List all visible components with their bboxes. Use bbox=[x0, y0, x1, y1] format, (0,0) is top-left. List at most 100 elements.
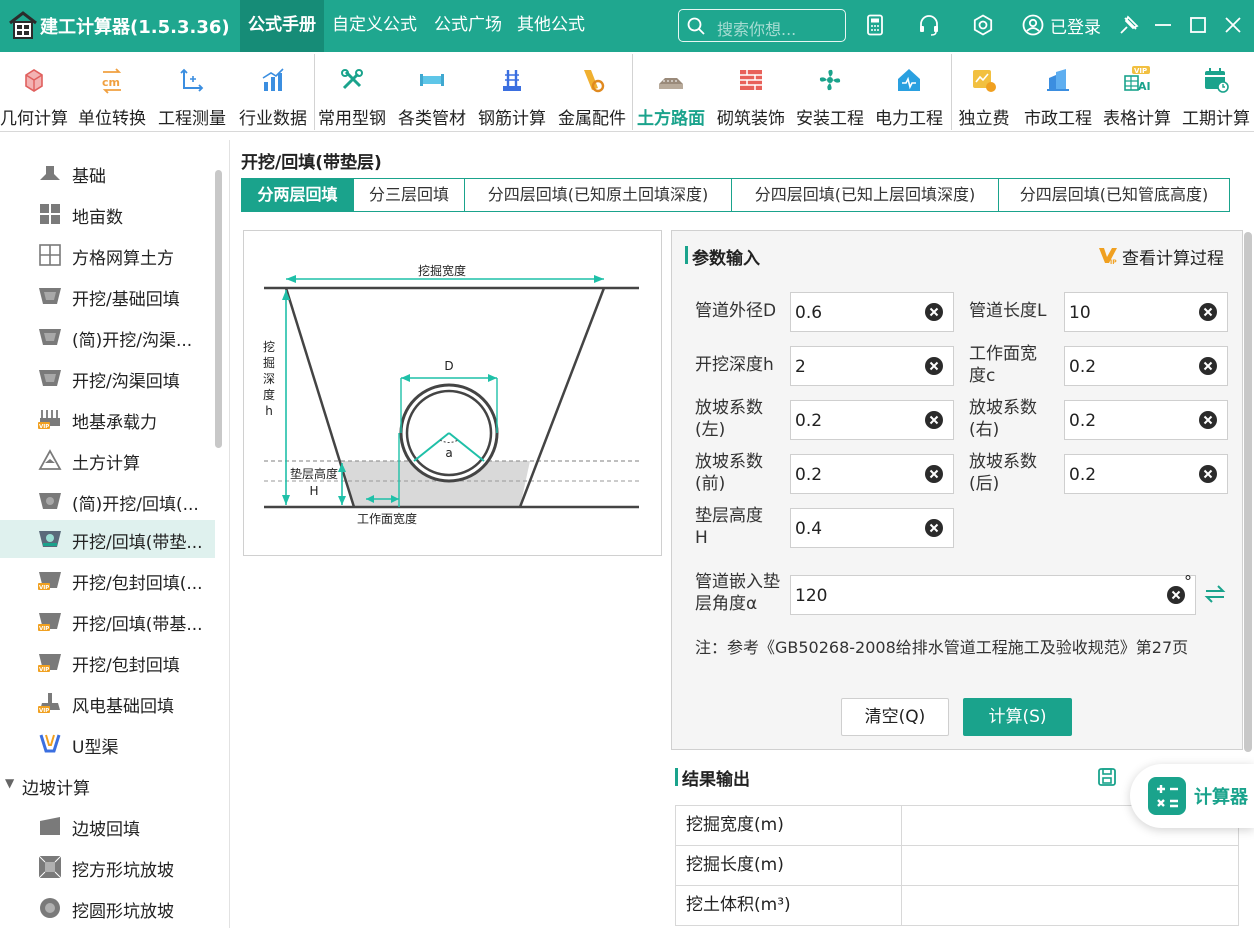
sidebar-item-excavation-encase[interactable]: VIP 开挖/包封回填 bbox=[0, 643, 215, 681]
tool-pipe[interactable]: 各类管材 bbox=[392, 52, 472, 132]
nav-tab-other-formula[interactable]: 其他公式 bbox=[517, 0, 585, 52]
geometry-icon bbox=[25, 69, 43, 92]
excavation-depth-input[interactable]: 2 bbox=[790, 346, 954, 386]
trench-diagram: 挖掘宽度 挖 掘 深 度 h D a 垫层高度 H 工作面宽度 bbox=[243, 230, 662, 556]
clear-icon[interactable] bbox=[924, 464, 944, 484]
industry-data-icon bbox=[262, 68, 284, 91]
sidebar-item-round-pit-slope[interactable]: 挖圆形坑放坡 bbox=[0, 889, 215, 927]
tool-metal-parts[interactable]: 金属配件 bbox=[552, 52, 632, 132]
sidebar-scrollbar[interactable] bbox=[215, 170, 222, 448]
clear-icon[interactable] bbox=[924, 518, 944, 538]
login-status[interactable]: 已登录 bbox=[1050, 13, 1101, 38]
slope-back-input[interactable]: 0.2 bbox=[1064, 454, 1228, 494]
tool-masonry[interactable]: 砌筑装饰 bbox=[711, 52, 791, 132]
floating-calculator-button[interactable]: 计算器 bbox=[1130, 764, 1254, 828]
tool-earthwork[interactable]: 土方路面 bbox=[631, 52, 711, 132]
sidebar-item-simple-excavation-trench[interactable]: (简)开挖/沟渠... bbox=[0, 318, 215, 356]
independent-fee-icon bbox=[973, 70, 996, 92]
swap-icon[interactable] bbox=[1203, 583, 1227, 605]
sidebar-item-earthwork-calc[interactable]: 土方计算 bbox=[0, 441, 215, 479]
tool-steel[interactable]: 常用型钢 bbox=[312, 52, 392, 132]
nav-tab-formula-square[interactable]: 公式广场 bbox=[434, 0, 502, 52]
save-icon[interactable] bbox=[1097, 767, 1117, 787]
calculator-icon[interactable] bbox=[864, 14, 886, 36]
nav-tab-custom-formula[interactable]: 自定义公式 bbox=[332, 0, 417, 52]
tool-unit-convert[interactable]: cm 单位转换 bbox=[72, 52, 152, 132]
sidebar-item-excavation-trench-backfill[interactable]: 开挖/沟渠回填 bbox=[0, 359, 215, 397]
tab-two-layer[interactable]: 分两层回填 bbox=[242, 179, 354, 211]
main-scrollbar[interactable] bbox=[1244, 232, 1252, 752]
sidebar-item-bearing-capacity[interactable]: VIP 地基承载力 bbox=[0, 400, 215, 438]
diagram-depth-char: 深 bbox=[263, 372, 275, 386]
tab-three-layer[interactable]: 分三层回填 bbox=[354, 179, 465, 211]
method-tabs: 分两层回填 分三层回填 分四层回填(已知原土回填深度) 分四层回填(已知上层回填… bbox=[241, 178, 1230, 212]
close-icon[interactable] bbox=[1222, 14, 1244, 36]
sidebar-item-grid-earthwork[interactable]: 方格网算土方 bbox=[0, 236, 215, 274]
slope-front-input[interactable]: 0.2 bbox=[790, 454, 954, 494]
sidebar-item-u-channel[interactable]: U型渠 bbox=[0, 725, 215, 763]
clear-icon[interactable] bbox=[924, 302, 944, 322]
field-label-excavation-depth: 开挖深度h bbox=[695, 355, 774, 375]
clear-icon[interactable] bbox=[1198, 356, 1218, 376]
gear-icon[interactable] bbox=[972, 14, 994, 36]
tab-four-layer-upper-depth[interactable]: 分四层回填(已知上层回填深度) bbox=[732, 179, 999, 211]
sidebar-item-simple-excavation-backfill[interactable]: (简)开挖/回填(... bbox=[0, 482, 215, 520]
tab-four-layer-pipe-bottom[interactable]: 分四层回填(已知管底高度) bbox=[999, 179, 1229, 211]
search-input[interactable]: 搜索你想... bbox=[678, 9, 846, 42]
table-row: 挖掘长度(m) bbox=[675, 846, 1239, 886]
clear-icon[interactable] bbox=[1166, 585, 1186, 605]
masonry-icon bbox=[740, 70, 762, 90]
sidebar-item-slope-backfill[interactable]: 边坡回填 bbox=[0, 807, 215, 845]
headset-icon[interactable] bbox=[918, 14, 940, 36]
sidebar-group-slope[interactable]: ▼ 边坡计算 bbox=[0, 766, 215, 804]
tool-survey[interactable]: 工程测量 bbox=[152, 52, 232, 132]
sidebar-item-excavation-backfill-base[interactable]: VIP 开挖/回填(带基... bbox=[0, 602, 215, 640]
round-pit-icon bbox=[40, 898, 60, 918]
svg-text:VIP: VIP bbox=[39, 585, 49, 591]
clear-icon[interactable] bbox=[1198, 464, 1218, 484]
unit-convert-icon: cm bbox=[102, 68, 122, 94]
tool-rebar[interactable]: 钢筋计算 bbox=[472, 52, 552, 132]
tool-installation[interactable]: 安装工程 bbox=[790, 52, 870, 132]
nav-tab-formula-manual[interactable]: 公式手册 bbox=[240, 0, 324, 52]
cushion-height-input[interactable]: 0.4 bbox=[790, 508, 954, 548]
clear-icon[interactable] bbox=[1198, 410, 1218, 430]
field-label-pipe-length: 管道长度L bbox=[969, 301, 1047, 321]
tab-four-layer-original-depth[interactable]: 分四层回填(已知原土回填深度) bbox=[465, 179, 732, 211]
pipe-od-input[interactable]: 0.6 bbox=[790, 292, 954, 332]
tool-schedule[interactable]: 工期计算 bbox=[1176, 52, 1254, 132]
embed-angle-input[interactable]: 120 ° bbox=[790, 572, 1196, 615]
user-icon[interactable] bbox=[1022, 14, 1044, 36]
sidebar-item-excavation-foundation-backfill[interactable]: 开挖/基础回填 bbox=[0, 277, 215, 315]
foundation-icon bbox=[40, 166, 60, 180]
svg-text:VIP: VIP bbox=[39, 667, 49, 673]
page-title: 开挖/回填(带垫层) bbox=[241, 153, 382, 173]
calculate-button[interactable]: 计算(S) bbox=[963, 698, 1072, 736]
app-title: 建工计算器(1.5.3.36) bbox=[40, 17, 230, 38]
slope-right-input[interactable]: 0.2 bbox=[1064, 400, 1228, 440]
clear-button[interactable]: 清空(Q) bbox=[841, 698, 949, 736]
clear-icon[interactable] bbox=[924, 410, 944, 430]
sidebar-item-excavation-backfill-cushion[interactable]: 开挖/回填(带垫... bbox=[0, 520, 215, 558]
diagram-d-label: D bbox=[444, 359, 453, 373]
sidebar-item-land-area[interactable]: 地亩数 bbox=[0, 195, 215, 233]
field-label-slope-left: 放坡系数(左) bbox=[695, 398, 763, 440]
clear-icon[interactable] bbox=[924, 356, 944, 376]
tool-industry-data[interactable]: 行业数据 bbox=[233, 52, 313, 132]
tool-municipal[interactable]: 市政工程 bbox=[1018, 52, 1098, 132]
sidebar-item-foundation[interactable]: 基础 bbox=[0, 154, 215, 192]
svg-text:AI: AI bbox=[1138, 80, 1151, 93]
pin-icon[interactable] bbox=[1118, 14, 1140, 36]
workface-width-input[interactable]: 0.2 bbox=[1064, 346, 1228, 386]
diagram-workface-label: 工作面宽度 bbox=[357, 511, 417, 526]
pipe-length-input[interactable]: 10 bbox=[1064, 292, 1228, 332]
minimize-icon[interactable] bbox=[1152, 14, 1174, 36]
sidebar-item-wind-foundation[interactable]: VIP 风电基础回填 bbox=[0, 684, 215, 722]
sidebar-item-square-pit-slope[interactable]: 挖方形坑放坡 bbox=[0, 848, 215, 886]
tool-table-ai[interactable]: VIP AI 表格计算 bbox=[1097, 52, 1177, 132]
slope-left-input[interactable]: 0.2 bbox=[790, 400, 954, 440]
sidebar-item-excavation-encase-backfill[interactable]: VIP 开挖/包封回填(... bbox=[0, 561, 215, 599]
svg-text:IP: IP bbox=[1110, 259, 1117, 265]
clear-icon[interactable] bbox=[1198, 302, 1218, 322]
maximize-icon[interactable] bbox=[1187, 14, 1209, 36]
